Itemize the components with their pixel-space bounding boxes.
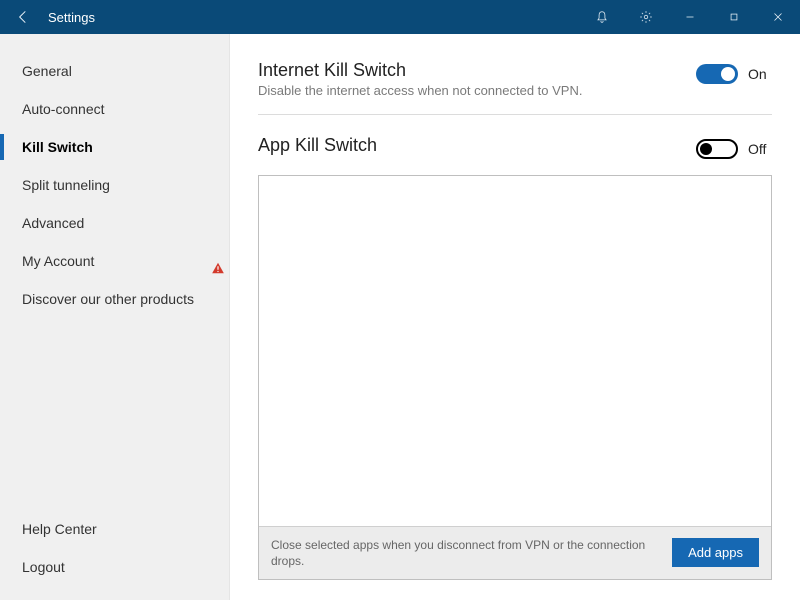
sidebar: General Auto-connect Kill Switch Split t… bbox=[0, 34, 230, 600]
sidebar-item-label: General bbox=[22, 63, 72, 79]
app-kill-switch-row: App Kill Switch Off bbox=[258, 135, 772, 159]
sidebar-item-general[interactable]: General bbox=[0, 52, 229, 90]
internet-kill-switch-state: On bbox=[748, 66, 772, 82]
sidebar-item-label: Advanced bbox=[22, 215, 84, 231]
sidebar-item-auto-connect[interactable]: Auto-connect bbox=[0, 90, 229, 128]
app-kill-switch-state: Off bbox=[748, 141, 772, 157]
sidebar-item-kill-switch[interactable]: Kill Switch bbox=[0, 128, 229, 166]
internet-kill-switch-row: Internet Kill Switch Disable the interne… bbox=[258, 60, 772, 98]
sidebar-item-help-center[interactable]: Help Center bbox=[0, 510, 229, 548]
sidebar-item-discover-products[interactable]: Discover our other products bbox=[0, 280, 229, 318]
maximize-button[interactable] bbox=[712, 0, 756, 34]
add-apps-button[interactable]: Add apps bbox=[672, 538, 759, 567]
app-kill-switch-title: App Kill Switch bbox=[258, 135, 696, 156]
window-title: Settings bbox=[48, 10, 95, 25]
app-list bbox=[259, 176, 771, 526]
app-kill-switch-toggle[interactable] bbox=[696, 139, 738, 159]
sidebar-item-label: Discover our other products bbox=[22, 291, 194, 307]
sidebar-item-label: Split tunneling bbox=[22, 177, 110, 193]
sidebar-item-label: My Account bbox=[22, 253, 94, 269]
sidebar-item-advanced[interactable]: Advanced bbox=[0, 204, 229, 242]
sidebar-item-label: Logout bbox=[22, 559, 65, 575]
app-list-footer-text: Close selected apps when you disconnect … bbox=[271, 537, 658, 569]
notifications-button[interactable] bbox=[580, 0, 624, 34]
internet-kill-switch-title: Internet Kill Switch bbox=[258, 60, 696, 81]
sidebar-item-my-account[interactable]: My Account bbox=[0, 242, 229, 280]
main-content: Internet Kill Switch Disable the interne… bbox=[230, 34, 800, 600]
close-button[interactable] bbox=[756, 0, 800, 34]
divider bbox=[258, 114, 772, 115]
app-list-panel: Close selected apps when you disconnect … bbox=[258, 175, 772, 580]
sidebar-item-logout[interactable]: Logout bbox=[0, 548, 229, 586]
sidebar-item-label: Kill Switch bbox=[22, 139, 93, 155]
back-button[interactable] bbox=[12, 6, 34, 28]
minimize-button[interactable] bbox=[668, 0, 712, 34]
titlebar: Settings bbox=[0, 0, 800, 34]
sidebar-item-split-tunneling[interactable]: Split tunneling bbox=[0, 166, 229, 204]
sidebar-item-label: Auto-connect bbox=[22, 101, 105, 117]
sidebar-item-label: Help Center bbox=[22, 521, 97, 537]
app-list-footer: Close selected apps when you disconnect … bbox=[259, 526, 771, 579]
internet-kill-switch-desc: Disable the internet access when not con… bbox=[258, 83, 696, 98]
settings-button[interactable] bbox=[624, 0, 668, 34]
internet-kill-switch-toggle[interactable] bbox=[696, 64, 738, 84]
